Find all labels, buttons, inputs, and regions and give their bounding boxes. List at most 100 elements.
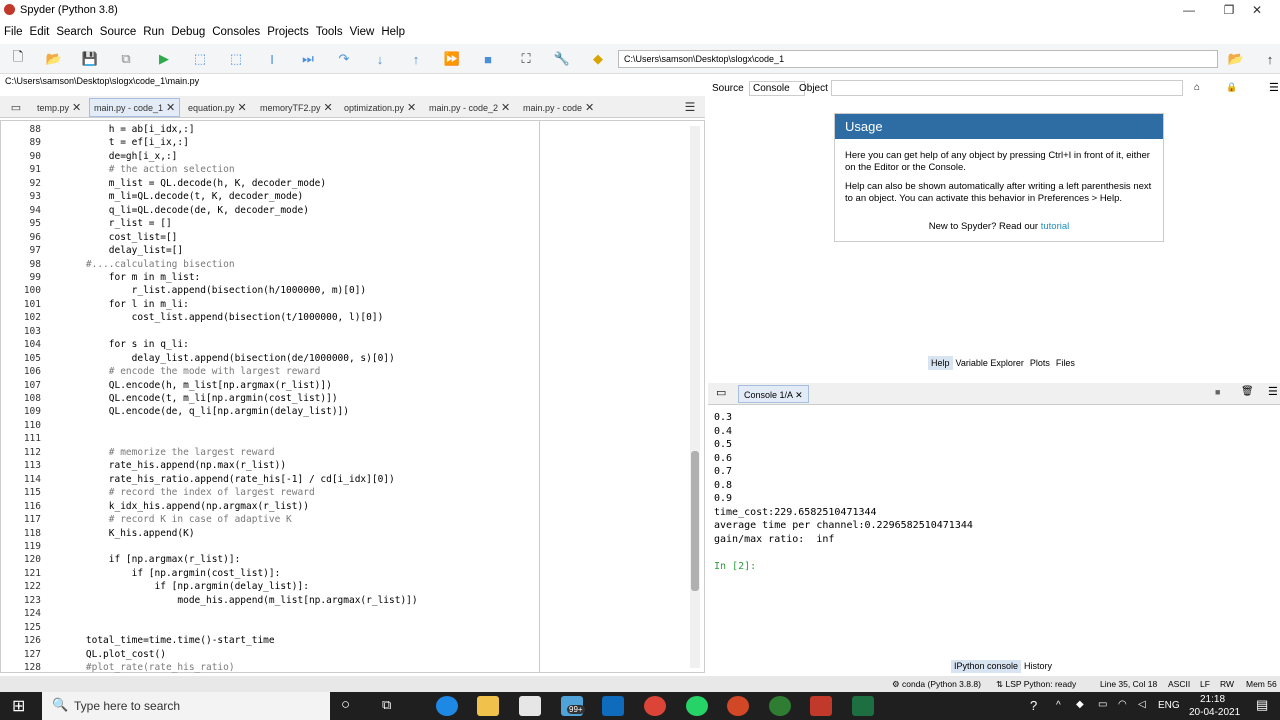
powerpoint-icon[interactable]: [727, 696, 749, 716]
stop-kernel-icon[interactable]: ■: [1215, 387, 1220, 397]
store-icon[interactable]: [519, 696, 541, 716]
browse-tabs-icon[interactable]: ▭: [6, 97, 26, 117]
code-editor[interactable]: 88 89 90 91 92 93 94 95 96 97 98 99 100 101 102 103 104 1…: [0, 120, 705, 673]
menu-file[interactable]: File: [4, 26, 23, 38]
tab-main-py-code-1[interactable]: main.py - code_1 ✕: [89, 98, 181, 117]
conda-env-status[interactable]: ⚙ conda (Python 3.8.8): [892, 679, 981, 690]
menu-view[interactable]: View: [350, 26, 375, 38]
close-tab-icon[interactable]: ✕: [585, 102, 594, 114]
preferences-wrench-icon[interactable]: 🔧: [552, 49, 572, 69]
step-return-icon[interactable]: ↑: [406, 49, 426, 69]
battery-icon[interactable]: ▭: [1098, 699, 1107, 710]
notifications-icon[interactable]: ▤: [1256, 697, 1268, 713]
menu-consoles[interactable]: Consoles: [212, 26, 260, 38]
outlook-icon[interactable]: [602, 696, 624, 716]
tray-chevron-icon[interactable]: ^: [1056, 700, 1061, 711]
step-into-icon[interactable]: ↓: [370, 49, 390, 69]
help-options-menu-icon[interactable]: ☰: [1269, 81, 1279, 94]
working-directory-input[interactable]: C:\Users\samson\Desktop\slogx\code_1: [618, 50, 1218, 68]
console-line: average time per channel:0.2296582510471…: [714, 520, 973, 531]
source-label: Source: [712, 83, 744, 94]
tab-main-py-code[interactable]: main.py - code ✕: [518, 98, 599, 117]
volume-icon[interactable]: ◁: [1138, 699, 1146, 710]
task-view-icon[interactable]: ⧉: [382, 697, 391, 713]
clock-date[interactable]: 20-04-2021: [1189, 707, 1240, 718]
debug-icon[interactable]: ⏭: [298, 49, 318, 69]
maximize-pane-icon[interactable]: ⛶: [516, 49, 536, 69]
menu-debug[interactable]: Debug: [171, 26, 205, 38]
continue-icon[interactable]: ⏩: [442, 49, 462, 69]
stop-icon[interactable]: ■: [478, 49, 498, 69]
menu-tools[interactable]: Tools: [316, 26, 343, 38]
tab-main-py-code-2[interactable]: main.py - code_2 ✕: [424, 98, 515, 117]
whatsapp-icon[interactable]: [686, 696, 708, 716]
run-cell-icon[interactable]: ⬚: [190, 49, 210, 69]
tab-ipython-console[interactable]: IPython console: [951, 660, 1022, 673]
close-button[interactable]: ✕: [1234, 0, 1280, 20]
editor-scrollbar-thumb[interactable]: [691, 451, 699, 591]
tab-console-1a[interactable]: Console 1/A ✕: [738, 385, 809, 403]
dropbox-icon[interactable]: ◆: [1076, 699, 1084, 710]
language-indicator[interactable]: ENG: [1158, 700, 1180, 711]
save-icon[interactable]: 💾: [80, 49, 100, 69]
tab-temp-py[interactable]: temp.py ✕: [32, 98, 86, 117]
run-icon[interactable]: ▶: [154, 49, 174, 69]
clock-time[interactable]: 21:18: [1200, 694, 1225, 705]
menu-source[interactable]: Source: [100, 26, 136, 38]
close-tab-icon[interactable]: ✕: [324, 102, 333, 114]
close-tab-icon[interactable]: ✕: [407, 102, 416, 114]
menu-search[interactable]: Search: [56, 26, 92, 38]
open-file-icon[interactable]: 📂: [44, 49, 64, 69]
spyder-taskbar-icon[interactable]: [810, 696, 832, 716]
tutorial-link[interactable]: tutorial: [1041, 221, 1070, 232]
mail-icon[interactable]: 99+: [561, 696, 585, 716]
run-selection-icon[interactable]: I: [262, 49, 282, 69]
tab-equation-py[interactable]: equation.py ✕: [183, 98, 252, 117]
excel-icon[interactable]: [852, 696, 874, 716]
tab-files[interactable]: Files: [1053, 356, 1078, 370]
chrome-icon[interactable]: [644, 696, 666, 716]
save-all-icon[interactable]: ⧉: [116, 49, 136, 69]
source-select[interactable]: Console: [749, 81, 805, 96]
new-file-icon[interactable]: 🗋: [8, 49, 28, 69]
tab-memorytf2-py[interactable]: memoryTF2.py ✕: [255, 98, 338, 117]
step-icon[interactable]: ↷: [334, 49, 354, 69]
menu-edit[interactable]: Edit: [30, 26, 50, 38]
editor-scrollbar[interactable]: [690, 126, 700, 668]
menu-projects[interactable]: Projects: [267, 26, 309, 38]
windows-start-icon[interactable]: ⊞: [12, 696, 25, 716]
edge-browser-icon[interactable]: [436, 696, 458, 716]
run-cell-advance-icon[interactable]: ⬚: [226, 49, 246, 69]
close-tab-icon[interactable]: ✕: [166, 102, 175, 114]
close-tab-icon[interactable]: ✕: [238, 102, 247, 114]
console-options-menu-icon[interactable]: ☰: [1268, 385, 1278, 398]
sync-app-icon[interactable]: [769, 696, 791, 716]
browse-folder-icon[interactable]: 📂: [1226, 49, 1246, 69]
editor-options-menu-icon[interactable]: ☰: [680, 97, 700, 117]
taskbar-search[interactable]: 🔍 Type here to search: [42, 692, 330, 720]
lock-icon[interactable]: 🔒: [1226, 82, 1237, 93]
close-tab-icon[interactable]: ✕: [72, 102, 81, 114]
wifi-icon[interactable]: ◠: [1118, 699, 1127, 710]
menu-help[interactable]: Help: [381, 26, 405, 38]
menu-run[interactable]: Run: [143, 26, 164, 38]
trash-icon[interactable]: 🗑: [1241, 386, 1254, 397]
lsp-status[interactable]: ⇅ LSP Python: ready: [996, 679, 1076, 690]
close-tab-icon[interactable]: ✕: [501, 102, 510, 114]
python-path-icon[interactable]: ◆: [588, 49, 608, 69]
tab-help[interactable]: Help: [928, 356, 953, 370]
object-input[interactable]: [831, 80, 1183, 96]
close-tab-icon[interactable]: ✕: [795, 390, 803, 400]
tab-variable-explorer[interactable]: Variable Explorer: [953, 356, 1027, 370]
browse-console-tabs-icon[interactable]: ▭: [716, 386, 726, 399]
parent-dir-icon[interactable]: ↑: [1260, 49, 1280, 69]
file-explorer-icon[interactable]: [477, 696, 499, 716]
cortana-icon[interactable]: ○: [341, 696, 350, 713]
line-number: 111: [23, 433, 41, 445]
tab-plots[interactable]: Plots: [1027, 356, 1053, 370]
tab-history[interactable]: History: [1021, 660, 1055, 673]
home-icon[interactable]: ⌂: [1194, 82, 1200, 93]
help-icon[interactable]: ?: [1030, 698, 1037, 713]
ipython-console[interactable]: 0.3 0.4 0.5 0.6 0.7 0.8 0.9 time_cost:229.65825…: [708, 406, 1280, 658]
tab-optimization-py[interactable]: optimization.py ✕: [339, 98, 421, 117]
